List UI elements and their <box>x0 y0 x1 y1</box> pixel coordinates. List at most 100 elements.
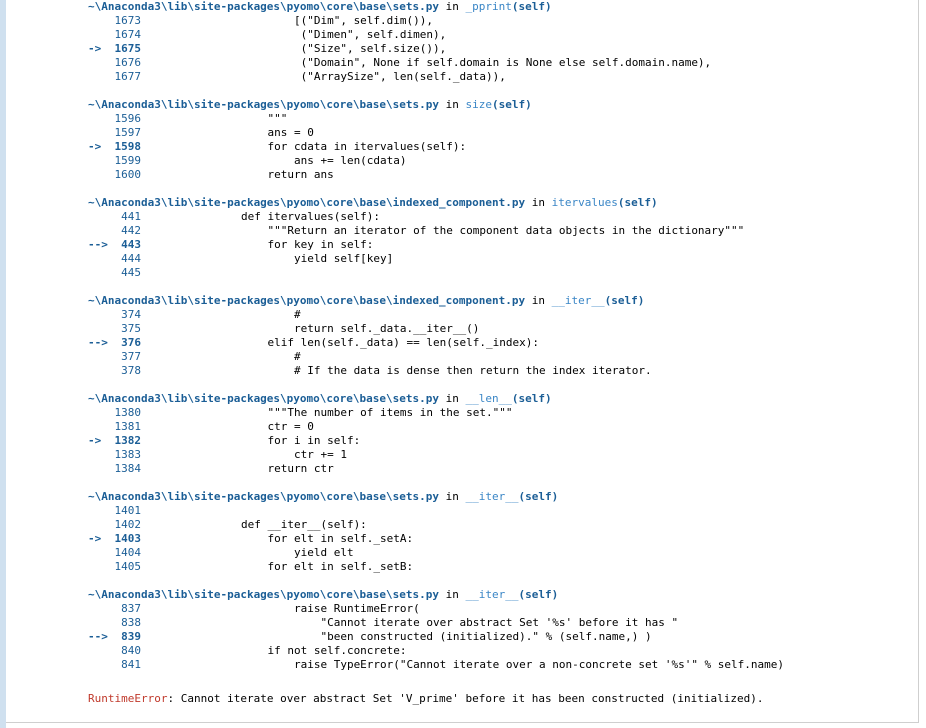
line-number: 840 <box>88 644 141 657</box>
frame-function-args: (self) <box>511 0 552 13</box>
traceback-frame: ~\Anaconda3\lib\site-packages\pyomo\core… <box>88 392 918 490</box>
frame-header: ~\Anaconda3\lib\site-packages\pyomo\core… <box>88 0 918 14</box>
frame-function-name: __iter__ <box>465 490 519 503</box>
frame-header: ~\Anaconda3\lib\site-packages\pyomo\core… <box>88 294 918 308</box>
line-number: 1401 <box>88 504 141 517</box>
code-line: --> 443 for key in self: <box>88 238 918 252</box>
line-number: 1597 <box>88 126 141 139</box>
line-number: 1402 <box>88 518 141 531</box>
error-message: : Cannot iterate over abstract Set 'V_pr… <box>167 692 764 705</box>
line-number: 1380 <box>88 406 141 419</box>
code-line: 1381 ctr = 0 <box>88 420 918 434</box>
frame-file-path: ~\Anaconda3\lib\site-packages\pyomo\core… <box>88 294 526 307</box>
frame-file-path: ~\Anaconda3\lib\site-packages\pyomo\core… <box>88 0 439 13</box>
traceback-frame: ~\Anaconda3\lib\site-packages\pyomo\core… <box>88 196 918 294</box>
code-text: for i in self: <box>188 434 361 447</box>
traceback-frame: ~\Anaconda3\lib\site-packages\pyomo\core… <box>88 588 918 686</box>
traceback-frame: ~\Anaconda3\lib\site-packages\pyomo\core… <box>88 294 918 392</box>
code-line: 1404 yield elt <box>88 546 918 560</box>
code-line: 838 "Cannot iterate over abstract Set '%… <box>88 616 918 630</box>
code-text: """Return an iterator of the component d… <box>188 224 745 237</box>
code-line: 1597 ans = 0 <box>88 126 918 140</box>
code-text: ("Domain", None if self.domain is None e… <box>188 56 712 69</box>
code-text: ("Size", self.size()), <box>188 42 447 55</box>
code-line: 445 <box>88 266 918 280</box>
code-text: return ctr <box>188 462 334 475</box>
code-text: ("Dimen", self.dimen), <box>188 28 447 41</box>
frame-function-name: _pprint <box>465 0 512 13</box>
frame-function-args: (self) <box>511 392 552 405</box>
line-number: 837 <box>88 602 141 615</box>
line-number: 444 <box>88 252 141 265</box>
frame-spacer <box>88 672 918 686</box>
traceback-frame: ~\Anaconda3\lib\site-packages\pyomo\core… <box>88 490 918 588</box>
line-number: 1673 <box>88 14 141 27</box>
line-number: 838 <box>88 616 141 629</box>
error-type: RuntimeError <box>88 692 168 705</box>
code-text: # <box>188 350 301 363</box>
code-text: return self._data.__iter__() <box>188 322 480 335</box>
code-text: for key in self: <box>188 238 374 251</box>
cell-left-bar <box>0 0 6 728</box>
line-number: 1383 <box>88 448 141 461</box>
line-number: 1676 <box>88 56 141 69</box>
code-text: "Cannot iterate over abstract Set '%s' b… <box>188 616 679 629</box>
line-number: 445 <box>88 266 141 279</box>
line-number: -> 1382 <box>88 434 141 447</box>
frame-in-keyword: in <box>445 98 459 111</box>
frame-header: ~\Anaconda3\lib\site-packages\pyomo\core… <box>88 392 918 406</box>
error-line: RuntimeError: Cannot iterate over abstra… <box>88 692 918 706</box>
traceback-frame: ~\Anaconda3\lib\site-packages\pyomo\core… <box>88 0 918 98</box>
frame-in-keyword: in <box>445 490 459 503</box>
frame-spacer <box>88 280 918 294</box>
frame-function-name: __iter__ <box>551 294 605 307</box>
line-number: 1677 <box>88 70 141 83</box>
frame-function-name: __iter__ <box>465 588 519 601</box>
code-text: # If the data is dense then return the i… <box>188 364 652 377</box>
line-number: --> 839 <box>88 630 141 643</box>
frame-header: ~\Anaconda3\lib\site-packages\pyomo\core… <box>88 588 918 602</box>
line-number: 1600 <box>88 168 141 181</box>
code-line: 840 if not self.concrete: <box>88 644 918 658</box>
code-text: if not self.concrete: <box>188 644 407 657</box>
code-line: 1599 ans += len(cdata) <box>88 154 918 168</box>
code-line: 1600 return ans <box>88 168 918 182</box>
code-line: 1676 ("Domain", None if self.domain is N… <box>88 56 918 70</box>
frame-header: ~\Anaconda3\lib\site-packages\pyomo\core… <box>88 490 918 504</box>
frame-function-args: (self) <box>518 588 559 601</box>
frame-in-keyword: in <box>445 392 459 405</box>
code-text: """ <box>188 112 288 125</box>
line-number: 1599 <box>88 154 141 167</box>
code-text: yield elt <box>188 546 354 559</box>
frame-in-keyword: in <box>445 0 459 13</box>
code-line: 444 yield self[key] <box>88 252 918 266</box>
frame-file-path: ~\Anaconda3\lib\site-packages\pyomo\core… <box>88 196 526 209</box>
line-number: 374 <box>88 308 141 321</box>
code-text: ctr = 0 <box>188 420 314 433</box>
line-number: 441 <box>88 210 141 223</box>
line-number: 377 <box>88 350 141 363</box>
frame-spacer <box>88 378 918 392</box>
code-line: 1677 ("ArraySize", len(self._data)), <box>88 70 918 84</box>
code-line: 837 raise RuntimeError( <box>88 602 918 616</box>
code-line: 374 # <box>88 308 918 322</box>
code-line: 1405 for elt in self._setB: <box>88 560 918 574</box>
code-line: 441 def itervalues(self): <box>88 210 918 224</box>
code-line: 1596 """ <box>88 112 918 126</box>
code-text: for elt in self._setA: <box>188 532 414 545</box>
code-text: ans = 0 <box>188 126 314 139</box>
code-text: elif len(self._data) == len(self._index)… <box>188 336 539 349</box>
code-text: [("Dim", self.dim()), <box>188 14 434 27</box>
code-text: ("ArraySize", len(self._data)), <box>188 70 506 83</box>
code-text: ans += len(cdata) <box>188 154 407 167</box>
code-text: raise TypeError("Cannot iterate over a n… <box>188 658 785 671</box>
frame-header: ~\Anaconda3\lib\site-packages\pyomo\core… <box>88 98 918 112</box>
code-line: 1384 return ctr <box>88 462 918 476</box>
frame-function-args: (self) <box>617 196 658 209</box>
frame-header: ~\Anaconda3\lib\site-packages\pyomo\core… <box>88 196 918 210</box>
code-line: 378 # If the data is dense then return t… <box>88 364 918 378</box>
code-text: for cdata in itervalues(self): <box>188 140 467 153</box>
line-number: 1384 <box>88 462 141 475</box>
frame-spacer <box>88 182 918 196</box>
frame-in-keyword: in <box>531 196 545 209</box>
